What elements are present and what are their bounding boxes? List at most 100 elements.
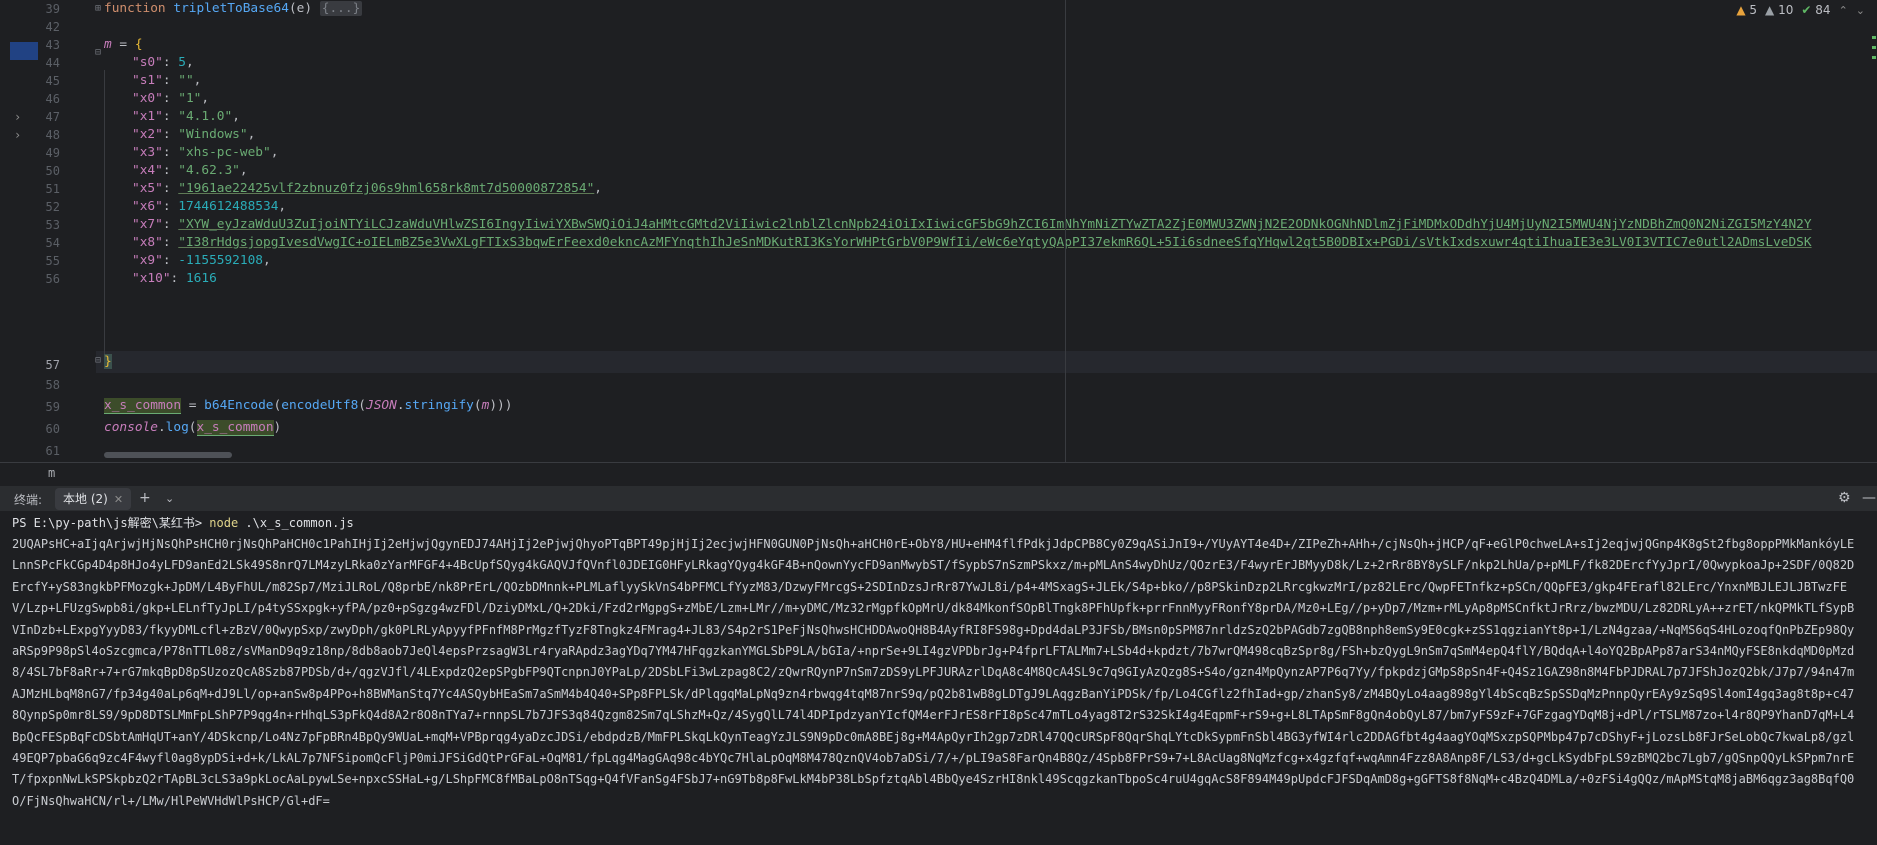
object-key: "x1" xyxy=(132,109,163,124)
comma: , xyxy=(232,109,240,124)
left-tool-strip: › › xyxy=(0,0,38,462)
folded-region[interactable]: {...} xyxy=(319,1,363,16)
terminal-toolbar: 终端: 本地 (2) ✕ + ⌄ ⚙ — xyxy=(0,485,1877,512)
weak-warning-count[interactable]: ▲ 10 xyxy=(1765,3,1793,17)
line-number: 60 xyxy=(45,422,60,436)
stripe-mark[interactable] xyxy=(1872,56,1876,59)
stripe-mark[interactable] xyxy=(1872,46,1876,49)
code-line: } xyxy=(104,351,112,373)
comma: , xyxy=(201,91,210,106)
object-value: "4.62.3" xyxy=(178,163,240,178)
chevron-right-icon[interactable]: › xyxy=(14,128,21,142)
function-call: encodeUtf8 xyxy=(281,398,359,413)
gear-icon[interactable]: ⚙ xyxy=(1838,490,1851,506)
comma: , xyxy=(185,55,194,70)
object-value: "" xyxy=(178,73,194,88)
inspection-widget[interactable]: ▲ 5 ▲ 10 ✔ 84 ⌃ ⌄ xyxy=(1736,3,1865,17)
command-args: .\x_s_common.js xyxy=(238,516,354,530)
comma: , xyxy=(193,73,202,88)
object-value: 1744612488534 xyxy=(178,199,279,214)
structure-marker[interactable] xyxy=(10,42,38,60)
global-object: JSON xyxy=(366,398,397,413)
line-number-gutter: 39 42 43 44 45 46 47 48 49 50 51 52 53 5… xyxy=(36,0,101,462)
breadcrumb: m xyxy=(0,462,1877,485)
object-key: "x2" xyxy=(132,127,163,142)
line-number: 51 xyxy=(45,182,60,196)
function-name: tripletToBase64 xyxy=(173,1,289,16)
open-brace: { xyxy=(134,37,143,52)
error-stripe[interactable] xyxy=(1871,28,1877,88)
object-key: "x4" xyxy=(132,163,163,178)
operator: = xyxy=(181,398,205,413)
line-number: 48 xyxy=(45,128,60,142)
chevron-right-icon[interactable]: › xyxy=(14,110,21,124)
minimize-icon[interactable]: — xyxy=(1862,490,1876,506)
prompt: PS E:\py-path\js解密\某红书> xyxy=(12,516,210,530)
line-number: 58 xyxy=(45,378,60,392)
comma: , xyxy=(239,163,248,178)
line-number: 55 xyxy=(45,254,60,268)
line-number: 61 xyxy=(45,444,60,458)
code-line: x_s_common = b64Encode(encodeUtf8(JSON.s… xyxy=(104,398,513,414)
fold-collapse-icon[interactable]: ⊟ xyxy=(95,44,101,62)
object-value: 1616 xyxy=(185,271,217,286)
breadcrumb-item[interactable]: m xyxy=(48,466,55,480)
fold-expand-icon[interactable]: ⊞ xyxy=(95,0,101,18)
comma: , xyxy=(247,127,256,142)
object-value: 5 xyxy=(178,55,186,70)
object-key: "x3" xyxy=(132,145,163,160)
object-key: "x7" xyxy=(132,217,163,232)
terminal-output[interactable]: PS E:\py-path\js解密\某红书> node .\x_s_commo… xyxy=(0,511,1877,845)
code-line: console.log(x_s_common) xyxy=(104,420,282,436)
code-editor[interactable]: › › 39 42 43 44 45 46 47 48 49 50 51 52 … xyxy=(0,0,1877,462)
typo-count[interactable]: ✔ 84 xyxy=(1801,3,1830,17)
comma: , xyxy=(270,145,279,160)
chevron-up-icon[interactable]: ⌃ xyxy=(1839,4,1848,17)
right-margin-guide xyxy=(1065,0,1066,462)
close-icon[interactable]: ✕ xyxy=(114,493,123,506)
comma: , xyxy=(278,199,287,214)
object-value: "1961ae22425vlf2zbnuz0fzj06s9hml658rk8mt… xyxy=(178,181,595,196)
terminal-tab-local[interactable]: 本地 (2) ✕ xyxy=(55,488,132,510)
horizontal-scrollbar[interactable] xyxy=(104,452,232,458)
line-number: 49 xyxy=(45,146,60,160)
object-value: "Windows" xyxy=(178,127,248,142)
check-icon: ✔ xyxy=(1801,3,1812,17)
line-number: 42 xyxy=(45,20,60,34)
keyword: function xyxy=(104,1,166,16)
add-terminal-icon[interactable]: + xyxy=(139,490,151,506)
global-object: console xyxy=(104,420,158,435)
chevron-down-icon[interactable]: ⌄ xyxy=(1856,4,1865,17)
warning-count[interactable]: ▲ 5 xyxy=(1736,3,1757,17)
object-key: "x10" xyxy=(132,271,171,286)
line-number: 54 xyxy=(45,236,60,250)
stripe-mark[interactable] xyxy=(1872,36,1876,39)
warning-count-value: 5 xyxy=(1749,3,1758,17)
line-number: 39 xyxy=(45,2,60,16)
line-number: 44 xyxy=(45,56,60,70)
close-parens: )) xyxy=(497,398,513,413)
code-area[interactable]: function tripletToBase64(e) {...} m = { … xyxy=(104,0,1877,462)
object-value: "XYW_eyJzaWduU3ZuIjoiNTYiLCJzaWduVHlwZSI… xyxy=(178,217,1812,232)
code-line: function tripletToBase64(e) {...} xyxy=(104,0,363,20)
argument: x_s_common xyxy=(196,420,274,436)
function-call: stringify xyxy=(404,398,474,413)
fold-collapse-icon[interactable]: ⊟ xyxy=(95,352,101,370)
object-value: "1" xyxy=(178,91,202,106)
weak-warning-icon: ▲ xyxy=(1765,3,1775,17)
variable-m: m xyxy=(104,37,112,52)
line-number: 57 xyxy=(45,358,60,372)
object-key: "x9" xyxy=(132,253,163,268)
object-key: "x5" xyxy=(132,181,163,196)
warning-icon: ▲ xyxy=(1736,3,1746,17)
line-number: 53 xyxy=(45,218,60,232)
line-number: 50 xyxy=(45,164,60,178)
variable-x_s_common: x_s_common xyxy=(104,398,182,414)
object-value: "4.1.0" xyxy=(178,109,233,124)
chevron-down-icon[interactable]: ⌄ xyxy=(165,492,174,505)
function-call: b64Encode xyxy=(204,398,274,413)
line-number: 52 xyxy=(45,200,60,214)
dot: . xyxy=(157,420,166,435)
code-line: "x10": 1616 xyxy=(132,271,217,286)
object-value: "I38rHdgsjopgIvesdVwgIC+oIELmBZ5e3VwXLgF… xyxy=(178,235,1812,250)
